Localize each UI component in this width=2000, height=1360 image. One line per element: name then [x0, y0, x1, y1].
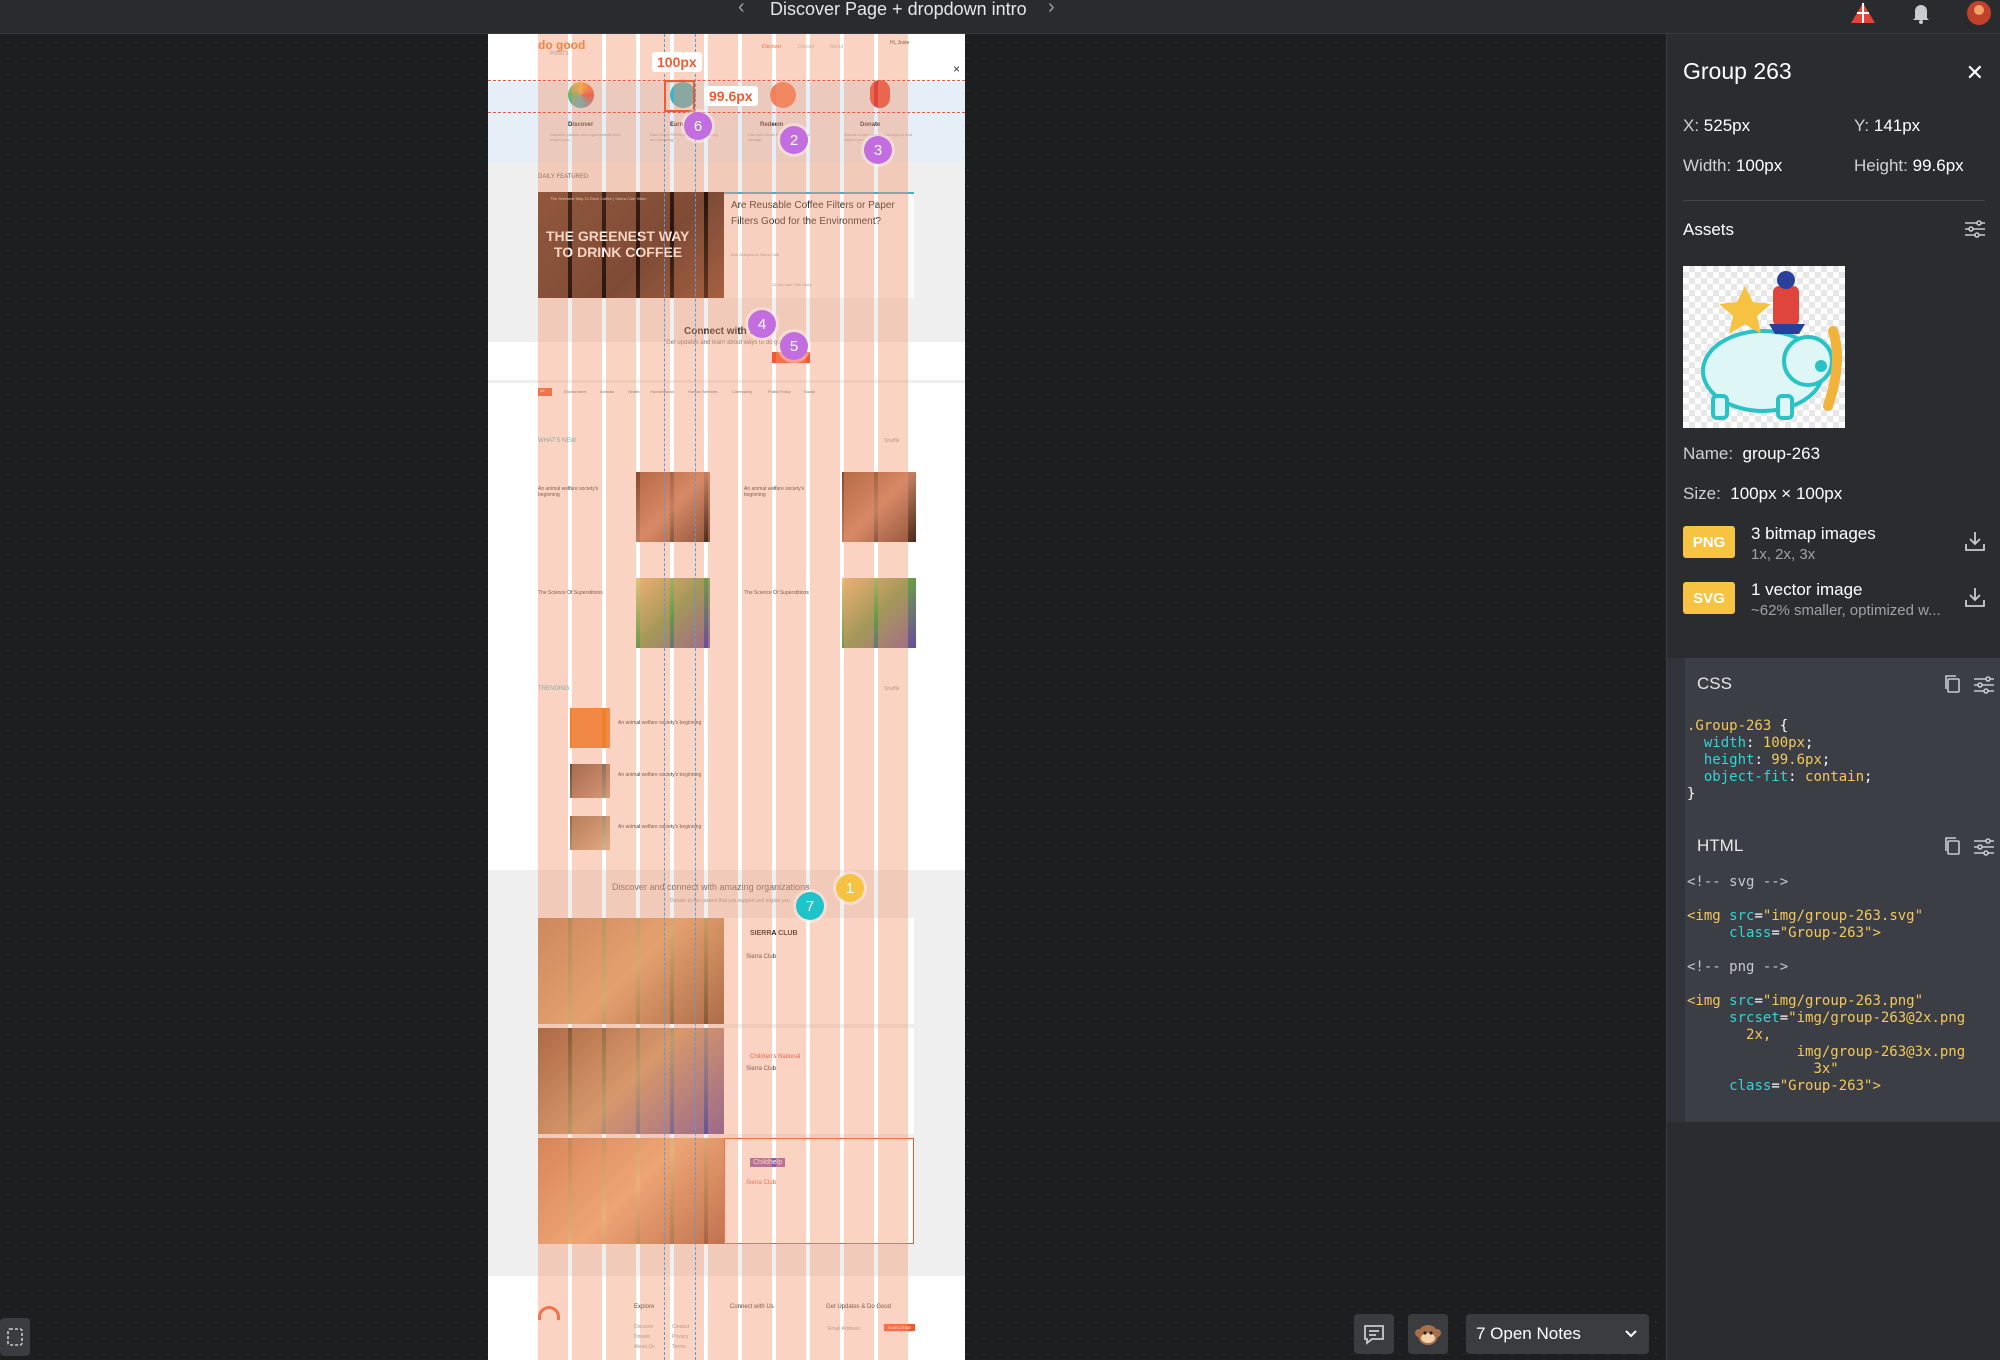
css-prop-height: height	[1703, 752, 1755, 768]
png-format-tag: PNG	[1683, 526, 1735, 558]
close-icon[interactable]: ✕	[1966, 60, 1984, 86]
top-bar: ‹ Discover Page + dropdown intro ›	[0, 0, 2000, 34]
assets-heading: Assets	[1683, 220, 1735, 239]
note-badge-6[interactable]: 6	[684, 112, 712, 140]
layout-grid-column	[878, 34, 908, 1360]
svg-main-text: 1 vector image	[1751, 580, 1863, 599]
chevron-down-icon	[1625, 1330, 1637, 1338]
svg-format-tag: SVG	[1683, 582, 1735, 614]
x-value[interactable]: 525px	[1704, 116, 1750, 135]
download-png-icon[interactable]	[1964, 530, 1986, 552]
y-value[interactable]: 141px	[1874, 116, 1920, 135]
layout-grid-column	[844, 34, 874, 1360]
css-selector: .Group-263	[1687, 718, 1772, 734]
note-badge-1[interactable]: 1	[836, 874, 864, 902]
layout-grid-column	[572, 34, 602, 1360]
html-src-svg: "img/group-263.svg"	[1762, 908, 1924, 924]
height-label: Height:	[1854, 156, 1908, 175]
note-badge-4[interactable]: 4	[748, 310, 776, 338]
x-label: X:	[1683, 116, 1700, 135]
copy-html-icon[interactable]	[1943, 836, 1961, 856]
selection-guide-left	[664, 34, 665, 1360]
css-prop-object-fit: object-fit	[1703, 769, 1789, 785]
html-settings-icon[interactable]	[1973, 838, 1995, 856]
html-srcset-3x: img/group-263@3x.png	[1796, 1044, 1966, 1060]
html-code[interactable]: <!-- svg --> <img src="img/group-263.svg…	[1687, 874, 1965, 1095]
height-measure-tag: 99.6px	[704, 86, 758, 106]
selection-guide-right	[695, 34, 696, 1360]
layout-grid-column	[538, 34, 568, 1360]
size-value: 100px × 100px	[1730, 484, 1843, 503]
css-code[interactable]: .Group-263 { width: 100px; height: 99.6p…	[1687, 718, 1872, 803]
name-label: Name:	[1683, 444, 1734, 463]
svg-sub-text: ~62% smaller, optimized w...	[1751, 602, 1941, 619]
tent-icon[interactable]	[1848, 0, 1878, 26]
png-sub-text: 1x, 2x, 3x	[1751, 546, 1816, 563]
top-right-icons	[1848, 0, 1994, 26]
html-src-png: "img/group-263.png"	[1762, 993, 1924, 1009]
monkey-avatar-icon[interactable]	[1408, 1314, 1448, 1354]
html-class-svg: "Group-263"	[1779, 925, 1873, 941]
html-srcset-2x: "img/group-263@2x.png	[1788, 1010, 1966, 1026]
settings-sliders-icon[interactable]	[1964, 220, 1986, 238]
css-code-section: CSS .Group-263 { width: 100px; height: 9…	[1667, 658, 2000, 824]
screen-title: Discover Page + dropdown intro	[770, 0, 1027, 19]
css-val-width: 100px	[1762, 735, 1806, 751]
size-label: Size:	[1683, 484, 1721, 503]
artboard-discover-page[interactable]: do good POINTS Discover Donate About Hi,…	[488, 34, 965, 1360]
layout-grid-column	[674, 34, 704, 1360]
html-srcset-2x-desc: 2x,	[1746, 1027, 1772, 1043]
note-badge-5[interactable]: 5	[780, 332, 808, 360]
inspector-panel: Group 263 ✕ X: 525px Y: 141px Width: 100…	[1666, 34, 2000, 1360]
user-avatar[interactable]	[1964, 0, 1994, 26]
code-gutter	[1667, 658, 1685, 824]
css-val-height: 99.6px	[1771, 752, 1822, 768]
piggy-bank-illustration	[1701, 271, 1842, 420]
name-value[interactable]: group-263	[1743, 444, 1821, 463]
html-comment-png: <!-- png -->	[1687, 959, 1789, 975]
layout-grid-column	[776, 34, 806, 1360]
copy-css-icon[interactable]	[1943, 674, 1961, 694]
chevron-right-icon[interactable]: ›	[1048, 0, 1055, 19]
css-settings-icon[interactable]	[1973, 676, 1995, 694]
selected-element-outline[interactable]	[664, 80, 695, 112]
html-srcset-3x-desc: 3x"	[1813, 1061, 1839, 1077]
code-gutter	[1667, 824, 1685, 1122]
open-notes-label: 7 Open Notes	[1476, 1324, 1581, 1343]
open-notes-dropdown[interactable]: 7 Open Notes	[1466, 1314, 1649, 1354]
selection-guide-top	[488, 80, 965, 81]
width-measure-tag: 100px	[652, 52, 702, 72]
css-heading: CSS	[1697, 674, 1732, 693]
html-code-section: HTML <!-- svg --> <img src="img/group-26…	[1667, 824, 2000, 1122]
panel-divider	[1683, 200, 1985, 201]
html-heading: HTML	[1697, 836, 1744, 855]
css-prop-width: width	[1703, 735, 1747, 751]
notification-bell-icon[interactable]	[1906, 0, 1936, 26]
layers-toggle-icon[interactable]	[0, 1318, 30, 1356]
html-comment-svg: <!-- svg -->	[1687, 874, 1789, 890]
chevron-left-icon[interactable]: ‹	[738, 0, 745, 19]
png-main-text: 3 bitmap images	[1751, 524, 1876, 543]
layout-grid-column	[640, 34, 670, 1360]
layout-grid-column	[606, 34, 636, 1360]
html-class-png: "Group-263"	[1779, 1078, 1873, 1094]
css-val-object-fit: contain	[1805, 769, 1865, 785]
selection-guide-bottom	[488, 112, 965, 113]
asset-preview-thumbnail[interactable]	[1683, 266, 1845, 428]
note-badge-3[interactable]: 3	[864, 136, 892, 164]
panel-title: Group 263	[1683, 58, 1792, 84]
width-label: Width:	[1683, 156, 1732, 175]
download-svg-icon[interactable]	[1964, 586, 1986, 608]
note-badge-2[interactable]: 2	[780, 126, 808, 154]
note-badge-7[interactable]: 7	[796, 892, 824, 920]
layout-grid-column	[810, 34, 840, 1360]
intro-close-icon[interactable]: ×	[953, 62, 960, 76]
y-label: Y:	[1854, 116, 1870, 135]
layout-grid-column	[708, 34, 738, 1360]
layout-grid-column	[742, 34, 772, 1360]
width-value[interactable]: 100px	[1736, 156, 1782, 175]
height-value[interactable]: 99.6px	[1913, 156, 1964, 175]
add-note-icon[interactable]	[1354, 1314, 1394, 1354]
